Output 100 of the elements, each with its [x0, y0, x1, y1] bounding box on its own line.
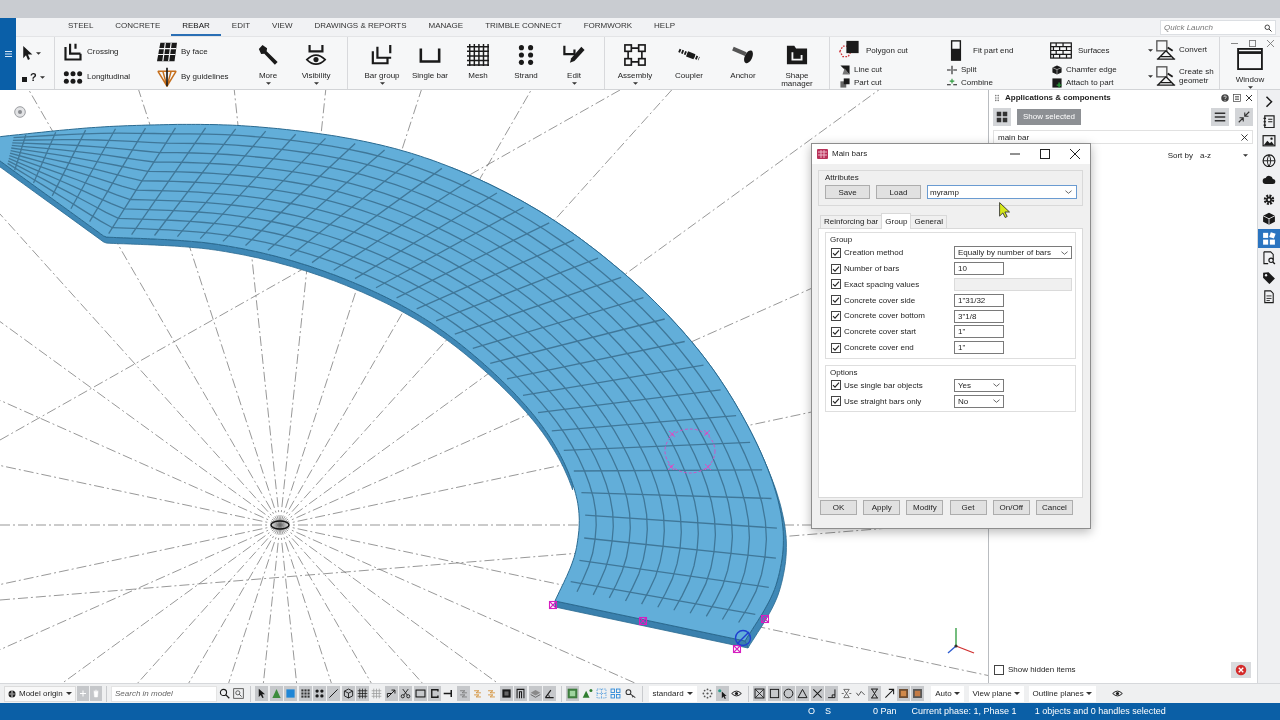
corner-icon[interactable] — [825, 686, 839, 701]
corner-arrow-icon[interactable] — [384, 686, 398, 701]
pointer-icon[interactable] — [255, 686, 269, 701]
origin-dropdown[interactable]: Model origin — [4, 685, 76, 702]
close-icon[interactable] — [1241, 133, 1248, 141]
ribbon-button[interactable]: Create sh geometr — [1148, 63, 1214, 89]
triangle-dot-icon[interactable] — [580, 686, 594, 701]
handle-icon[interactable] — [638, 616, 648, 626]
dotted-grid-icon[interactable] — [595, 686, 609, 701]
text-field[interactable]: 1" — [954, 341, 1004, 355]
search-field[interactable]: Search in model — [111, 685, 217, 702]
get-button[interactable]: Get — [949, 500, 987, 515]
handle-icon[interactable] — [732, 644, 742, 654]
zoom-box-icon[interactable] — [232, 686, 246, 701]
cancel-button[interactable]: Cancel — [1035, 500, 1073, 515]
view-dropdown[interactable]: standard — [648, 685, 697, 702]
dropdown-field[interactable]: Yes — [954, 378, 1004, 392]
checkbox[interactable] — [831, 342, 841, 353]
pointer-icon[interactable] — [715, 686, 729, 701]
triangle-icon[interactable] — [796, 686, 810, 701]
handle-icon[interactable] — [760, 614, 770, 624]
grid-view-icon[interactable] — [993, 108, 1011, 126]
text-field[interactable]: 3"1/8 — [954, 309, 1004, 323]
ribbon-button[interactable]: Split — [945, 63, 1050, 76]
ribbon-button[interactable]: More — [244, 37, 292, 86]
chevron-down-icon[interactable] — [1065, 190, 1072, 195]
boxed-cross-icon[interactable] — [753, 686, 767, 701]
ribbon-button[interactable]: Polygon cut — [838, 38, 945, 63]
ribbon-button[interactable]: Shape manager — [770, 37, 824, 89]
cross-icon[interactable] — [810, 686, 824, 701]
square-icon[interactable] — [767, 686, 781, 701]
hourglass-icon[interactable] — [868, 686, 882, 701]
ribbon-button[interactable]: Edit — [550, 37, 598, 86]
key-icon[interactable] — [623, 686, 637, 701]
filled-square-icon[interactable] — [897, 686, 911, 701]
line-icon[interactable] — [327, 686, 341, 701]
checkbox[interactable] — [831, 263, 841, 274]
bracket-icon[interactable] — [427, 686, 441, 701]
arch-icon[interactable] — [514, 686, 528, 701]
collapse-arrows-icon[interactable] — [1235, 108, 1253, 126]
ribbon-button[interactable]: Combine — [945, 76, 1050, 89]
ribbon-tab[interactable]: CONCRETE — [104, 18, 172, 36]
ribbon-tab[interactable]: TRIMBLE CONNECT — [474, 18, 573, 36]
ribbon-button[interactable]: Mesh — [454, 37, 502, 81]
ribbon-tab[interactable]: DRAWINGS & REPORTS — [303, 18, 418, 36]
filled-square-icon[interactable] — [499, 686, 513, 701]
checkbox[interactable] — [994, 665, 1004, 675]
angle-icon[interactable] — [542, 686, 556, 701]
dots-icon[interactable] — [312, 686, 326, 701]
list-icon[interactable] — [1233, 94, 1241, 102]
handle-icon[interactable] — [548, 600, 558, 610]
checkbox[interactable] — [831, 295, 841, 306]
minimize-icon[interactable] — [1231, 40, 1238, 47]
search-field[interactable]: main bar — [993, 130, 1253, 144]
save-button[interactable]: Save — [825, 185, 870, 200]
checkbox[interactable] — [831, 380, 841, 391]
framed-square-icon[interactable] — [566, 686, 580, 701]
search-icon[interactable] — [217, 686, 231, 701]
ribbon-button[interactable]: Single bar — [406, 37, 454, 81]
ribbon-tab[interactable]: VIEW — [261, 18, 304, 36]
ribbon-button[interactable]: Fit part end — [945, 38, 1050, 63]
dialog-tab[interactable]: Reinforcing bar — [820, 215, 883, 228]
blocks-icon[interactable] — [1258, 228, 1280, 248]
quick-launch-field[interactable]: Quick Launch — [1160, 20, 1276, 35]
diagonal-arrow-icon[interactable] — [882, 686, 896, 701]
ribbon-button[interactable]: Bar group — [358, 37, 406, 86]
ribbon-button[interactable]: Visibility — [292, 37, 340, 86]
circle-icon[interactable] — [782, 686, 796, 701]
ribbon-tab[interactable]: HELP — [643, 18, 686, 36]
ribbon-button[interactable]: Convert — [1148, 37, 1214, 63]
ribbon-tab[interactable]: STEEL — [57, 18, 105, 36]
on-off-button[interactable]: On/Off — [992, 500, 1030, 515]
load-button[interactable]: Load — [876, 185, 921, 200]
ribbon-button[interactable]: Part cut — [838, 76, 945, 89]
checkbox[interactable] — [831, 326, 841, 337]
toolbar-dropdown[interactable]: Auto — [931, 685, 964, 702]
tool-button[interactable]: ? — [22, 65, 45, 89]
modify-button[interactable]: Modify — [906, 500, 944, 515]
ribbon-button[interactable]: Chamfer edge — [1050, 63, 1148, 76]
cube-icon[interactable] — [341, 686, 355, 701]
ribbon-tab[interactable]: MANAGE — [417, 18, 475, 36]
rectangle-icon[interactable] — [413, 686, 427, 701]
search-icon[interactable] — [1264, 23, 1272, 32]
toolbar-dropdown[interactable]: Outline planes — [1028, 685, 1096, 702]
hourglass-icon[interactable] — [839, 686, 853, 701]
apply-button[interactable]: Apply — [863, 500, 901, 515]
toolbar-dropdown[interactable]: View plane — [968, 685, 1024, 702]
ribbon-button[interactable]: Assembly — [608, 37, 662, 86]
ribbon-button[interactable]: Anchor — [716, 37, 770, 81]
text-field[interactable]: 1" — [954, 325, 1004, 339]
restore-icon[interactable] — [1249, 40, 1256, 47]
checkbox[interactable] — [831, 396, 841, 407]
dotted-circle-icon[interactable] — [701, 686, 715, 701]
scissors-icon[interactable] — [399, 686, 413, 701]
ok-button[interactable]: OK — [820, 500, 857, 515]
ribbon-button[interactable]: Longitudinal — [63, 64, 157, 89]
ribbon-button[interactable]: By face — [157, 39, 244, 64]
filled-square-icon[interactable] — [911, 686, 925, 701]
help-icon[interactable] — [1221, 94, 1229, 102]
ribbon-button[interactable]: Coupler — [662, 37, 716, 81]
